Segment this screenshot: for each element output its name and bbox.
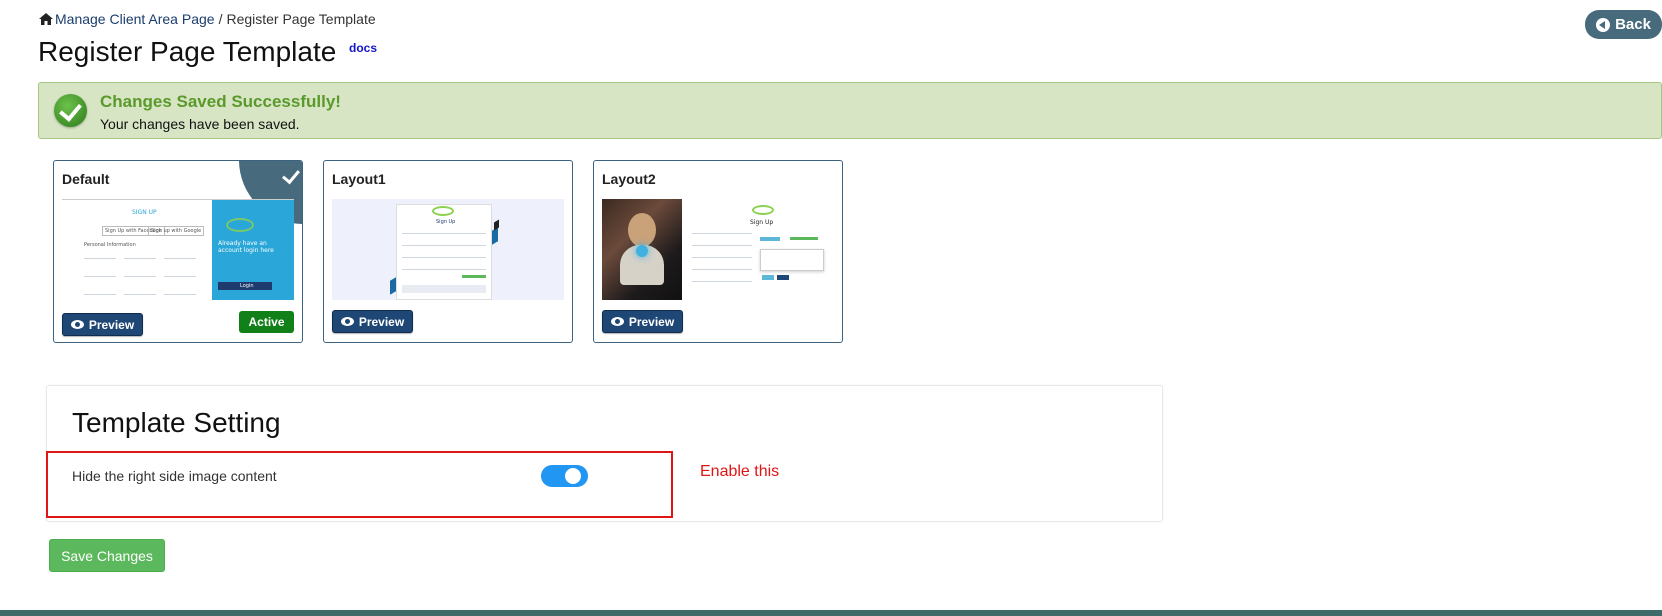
breadcrumb-current: Register Page Template xyxy=(226,11,376,27)
docs-link[interactable]: docs xyxy=(349,41,377,55)
thumb-side-login: Login xyxy=(240,283,254,289)
alert-message: Your changes have been saved. xyxy=(100,116,300,132)
thumb-heading: SIGN UP xyxy=(132,209,157,216)
thumb-photo xyxy=(602,199,682,300)
layout-name: Layout1 xyxy=(332,171,386,187)
preview-button-label: Preview xyxy=(88,317,135,332)
annotation-highlight-box xyxy=(46,451,673,518)
layout-card-default[interactable]: Default SIGN UP Sign Up with Facebook Si… xyxy=(53,160,303,343)
footer-bar xyxy=(0,610,1662,616)
thumb-heading: Sign Up xyxy=(750,219,774,226)
save-changes-button[interactable]: Save Changes xyxy=(49,539,165,572)
layout-thumbnail-layout2: Sign Up xyxy=(602,199,834,300)
back-button[interactable]: Back xyxy=(1585,10,1662,39)
eye-icon xyxy=(340,317,354,326)
preview-button-layout2[interactable]: Preview xyxy=(602,310,683,333)
checkmark-circle-icon xyxy=(54,94,87,127)
layout-card-layout2[interactable]: Layout2 Sign Up Preview xyxy=(593,160,843,343)
layout-card-layout1[interactable]: Layout1 Sign Up Preview xyxy=(323,160,573,343)
preview-button-layout1[interactable]: Preview xyxy=(332,310,413,333)
eye-icon xyxy=(70,320,84,329)
thumb-section-title: Personal Information xyxy=(84,242,136,248)
layout-thumbnail-default: SIGN UP Sign Up with Facebook Sign up wi… xyxy=(62,199,294,300)
layout-thumbnail-layout1: Sign Up xyxy=(332,199,564,300)
breadcrumb-separator: / xyxy=(218,11,223,27)
thumb-side-heading: Already have an account login here xyxy=(218,240,274,254)
layout-name: Layout2 xyxy=(602,171,656,187)
preview-button-default[interactable]: Preview xyxy=(62,313,143,336)
breadcrumb: Manage Client Area Page / Register Page … xyxy=(38,11,376,27)
template-setting-title: Template Setting xyxy=(72,407,281,438)
preview-button-label: Preview xyxy=(628,314,675,329)
annotation-text: Enable this xyxy=(700,463,780,480)
success-alert: Changes Saved Successfully! Your changes… xyxy=(38,82,1662,139)
thumb-google-button: Sign up with Google xyxy=(148,226,205,236)
back-button-label: Back xyxy=(1615,16,1651,33)
breadcrumb-link-client-area[interactable]: Manage Client Area Page xyxy=(55,11,215,27)
eye-icon xyxy=(610,317,624,326)
arrow-left-circle-icon xyxy=(1596,17,1611,32)
active-badge: Active xyxy=(239,311,294,333)
alert-title: Changes Saved Successfully! xyxy=(100,92,341,111)
home-icon[interactable] xyxy=(38,12,54,26)
layout-name: Default xyxy=(62,171,110,187)
preview-button-label: Preview xyxy=(358,314,405,329)
thumb-heading: Sign Up xyxy=(436,219,456,225)
page-title: Register Page Template xyxy=(38,36,337,67)
